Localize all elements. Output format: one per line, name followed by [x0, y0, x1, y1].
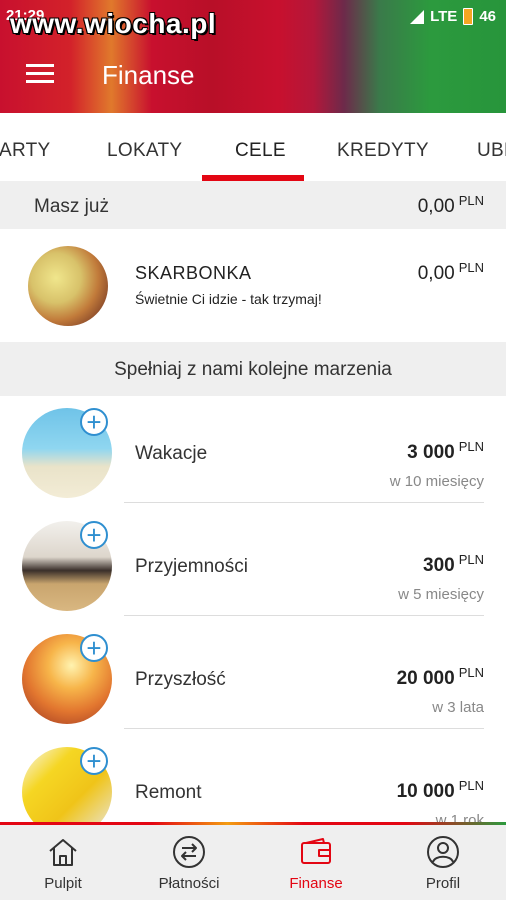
goal-amount-value: 20 000 [396, 668, 455, 689]
status-indicators: LTE 46 [410, 8, 496, 25]
menu-icon[interactable] [26, 64, 54, 84]
add-goal-icon[interactable] [80, 521, 108, 549]
nav-finanse[interactable]: Finanse [253, 825, 379, 900]
piggy-bank-row[interactable]: SKARBONKA Świetnie Ci idzie - tak trzyma… [0, 229, 506, 342]
tab-karty[interactable]: KARTY [0, 140, 51, 162]
nav-label: Profil [425, 875, 461, 892]
goal-period: w 1 rok [435, 812, 484, 822]
signal-icon [410, 9, 425, 24]
goal-name: Remont [135, 782, 202, 803]
nav-platnosci[interactable]: Płatności [126, 825, 252, 900]
summary-label: Masz już [34, 196, 109, 217]
piggy-bank-subtitle: Świetnie Ci idzie - tak trzymaj! [135, 291, 322, 307]
transfer-icon [173, 836, 205, 868]
network-label: LTE [430, 8, 458, 25]
nav-label: Płatności [158, 875, 220, 892]
tab-bar: KARTY LOKATY CELE KREDYTY UBE [0, 113, 506, 181]
goal-name: Wakacje [135, 443, 208, 464]
tab-cele[interactable]: CELE [235, 140, 286, 162]
goal-name: Przyszłość [135, 669, 226, 690]
summary-row: Masz już 0,00 PLN [0, 181, 506, 229]
piggy-bank-avatar [28, 246, 108, 326]
nav-pulpit[interactable]: Pulpit [0, 825, 126, 900]
battery-icon [463, 8, 474, 25]
goal-amount: 10 000 PLN [396, 778, 484, 803]
goal-item-remont[interactable]: Remont 10 000PLN w 1 rok [0, 735, 506, 822]
goal-period: w 5 miesięcy [398, 586, 484, 603]
currency-label: PLN [458, 260, 484, 275]
currency-label: PLN [458, 439, 484, 454]
goal-name: Przyjemności [135, 556, 248, 577]
summary-amount-value: 0,00 [417, 196, 455, 217]
piggy-bank-name: SKARBONKA [135, 263, 252, 283]
tab-lokaty[interactable]: LOKATY [107, 140, 182, 162]
bottom-nav: Pulpit Płatności Finanse Profil [0, 822, 506, 900]
add-goal-icon[interactable] [80, 408, 108, 436]
add-goal-icon[interactable] [80, 747, 108, 775]
tab-kredyty[interactable]: KREDYTY [337, 140, 429, 162]
goal-item-wakacje[interactable]: Wakacje 3 000PLN w 10 miesięcy [0, 396, 506, 509]
currency-label: PLN [458, 193, 484, 208]
currency-label: PLN [458, 552, 484, 567]
currency-label: PLN [458, 778, 484, 793]
goal-amount: 3 000 PLN [407, 439, 484, 464]
status-bar: 21:29 www.wiocha.pl LTE 46 [0, 0, 506, 39]
nav-profil[interactable]: Profil [380, 825, 506, 900]
page-title: Finanse [102, 60, 195, 90]
goal-amount-value: 3 000 [407, 442, 455, 463]
currency-label: PLN [458, 665, 484, 680]
goal-amount: 20 000 PLN [396, 665, 484, 690]
nav-label: Finanse [289, 875, 343, 892]
section-title: Spełniaj z nami kolejne marzenia [114, 359, 392, 380]
divider [124, 502, 484, 503]
goal-item-przyszlosc[interactable]: Przyszłość 20 000PLN w 3 lata [0, 622, 506, 735]
app-header: 21:29 www.wiocha.pl LTE 46 Finanse [0, 0, 506, 113]
profile-icon [427, 836, 459, 868]
divider [124, 728, 484, 729]
goal-period: w 10 miesięcy [389, 473, 484, 490]
piggy-bank-amount-value: 0,00 [417, 263, 455, 284]
nav-label: Pulpit [44, 875, 82, 892]
divider [124, 615, 484, 616]
section-header: Spełniaj z nami kolejne marzenia [0, 342, 506, 396]
home-icon [49, 839, 77, 866]
add-goal-icon[interactable] [80, 634, 108, 662]
summary-amount: 0,00 PLN [417, 193, 484, 218]
watermark: www.wiocha.pl [10, 8, 217, 39]
battery-level: 46 [479, 8, 496, 25]
goal-amount-value: 300 [423, 555, 455, 576]
piggy-bank-amount: 0,00 PLN [417, 260, 484, 285]
wallet-icon [301, 838, 331, 864]
goal-period: w 3 lata [432, 699, 484, 716]
goal-item-przyjemnosci[interactable]: Przyjemności 300PLN w 5 miesięcy [0, 509, 506, 622]
goal-amount-value: 10 000 [396, 781, 455, 802]
goals-list: Wakacje 3 000PLN w 10 miesięcy Przyjemno… [0, 396, 506, 822]
goal-amount: 300 PLN [423, 552, 484, 577]
tab-ube[interactable]: UBE [477, 140, 506, 162]
